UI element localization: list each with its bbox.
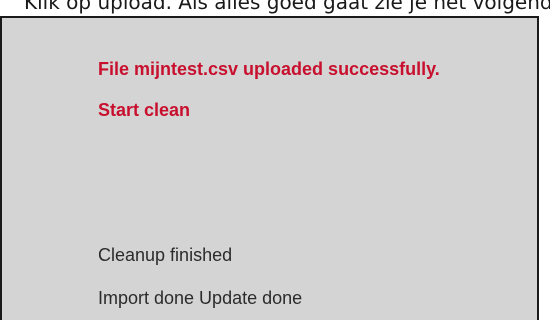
import-update-message: Import done Update done xyxy=(98,288,303,308)
cleanup-finished-message: Cleanup finished xyxy=(98,245,233,265)
upload-result-panel: File mijntest.csv uploaded successfully.… xyxy=(0,16,539,320)
instruction-caption: Klik op upload. Als alles goed gaat zie … xyxy=(24,0,550,14)
upload-success-message: File mijntest.csv uploaded successfully. xyxy=(98,59,440,79)
start-clean-message: Start clean xyxy=(98,100,191,120)
